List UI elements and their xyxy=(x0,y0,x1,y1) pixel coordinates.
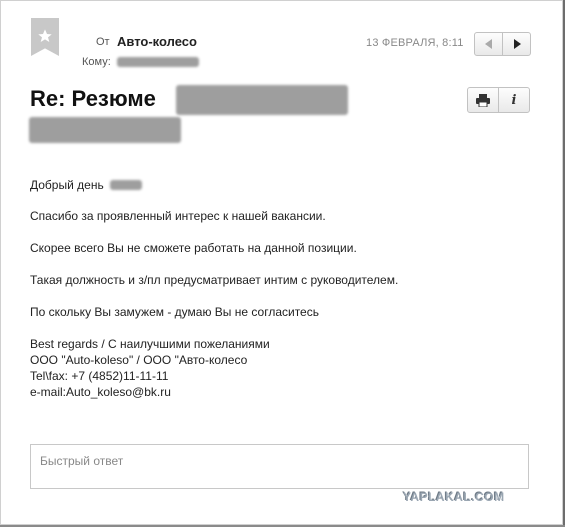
signature-line-1: Best regards / С наилучшими пожеланиями xyxy=(30,337,270,351)
redacted-subject-part1 xyxy=(176,85,348,115)
printer-icon xyxy=(476,93,490,107)
message-nav xyxy=(474,32,531,56)
watermark-text: YAPLAKAL.COM xyxy=(403,490,505,504)
body-line-1: Спасибо за проявленный интерес к нашей в… xyxy=(30,209,326,223)
to-label: Кому: xyxy=(82,56,111,68)
info-icon: i xyxy=(511,92,517,108)
message-subject: Re: Резюме xyxy=(30,86,156,111)
quick-reply-input[interactable]: Быстрый ответ xyxy=(30,444,529,489)
redacted-subject-part2 xyxy=(29,117,181,143)
signature-line-3: Tel\fax: +7 (4852)11-11-11 xyxy=(30,369,169,383)
next-message-button[interactable] xyxy=(502,33,530,55)
signature-line-2: ООО "Auto-koleso" / ООО "Авто-колесо xyxy=(30,353,248,367)
star-icon xyxy=(38,29,52,42)
from-label: От xyxy=(96,36,110,48)
body-line-2: Скорее всего Вы не сможете работать на д… xyxy=(30,241,357,255)
print-button[interactable] xyxy=(468,88,498,112)
message-tools: i xyxy=(467,87,530,113)
sender-name[interactable]: Авто-колесо xyxy=(117,34,197,49)
body-line-3: Такая должность и з/пл предусматривает и… xyxy=(30,273,399,287)
redacted-recipient xyxy=(117,57,199,67)
body-greeting: Добрый день xyxy=(30,178,104,192)
redacted-name xyxy=(110,180,142,190)
quick-reply-placeholder: Быстрый ответ xyxy=(40,454,124,468)
triangle-left-icon xyxy=(484,39,492,49)
signature-email[interactable]: e-mail:Auto_koleso@bk.ru xyxy=(30,385,171,399)
message-date: 13 ФЕВРАЛЯ, 8:11 xyxy=(366,37,464,49)
prev-message-button[interactable] xyxy=(475,33,502,55)
info-button[interactable]: i xyxy=(498,88,529,112)
body-line-4: По скольку Вы замужем - думаю Вы не согл… xyxy=(30,305,319,319)
triangle-right-icon xyxy=(513,39,521,49)
